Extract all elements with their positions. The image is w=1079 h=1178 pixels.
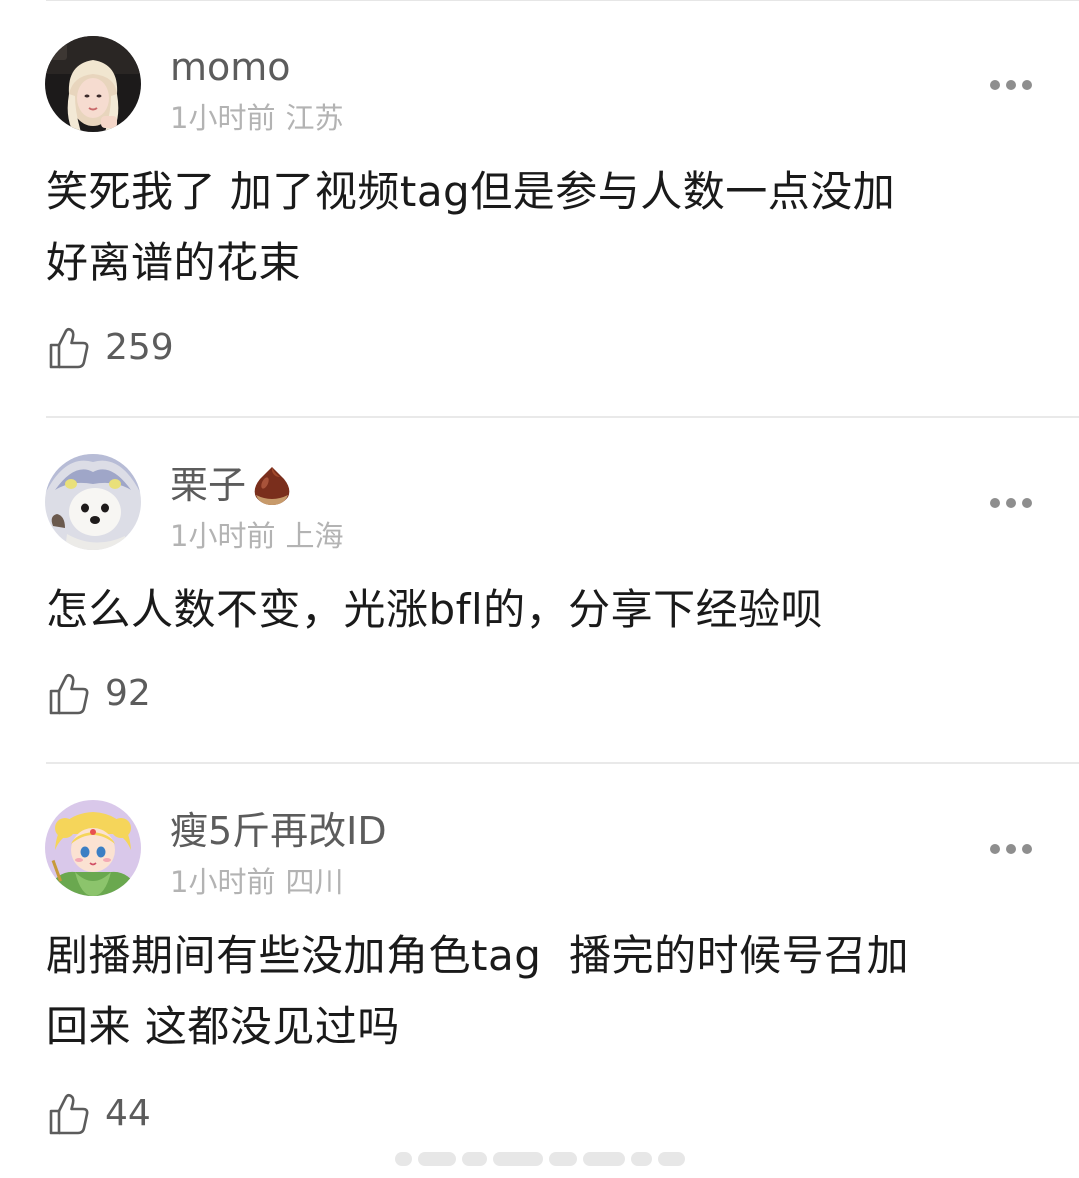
comment-location: 四川	[285, 865, 344, 899]
more-dots-icon[interactable]	[990, 842, 1032, 856]
comment-time: 1小时前	[170, 101, 276, 135]
comment-text-line: 好离谱的花束	[46, 238, 302, 287]
comment-meta: 1小时前 江苏	[170, 98, 343, 138]
comment-text-line: 怎么人数不变，光涨bfl的，分享下经验呗	[46, 585, 824, 634]
username-text[interactable]: 栗子	[170, 460, 246, 510]
chestnut-emoji-icon	[254, 467, 290, 505]
avatar[interactable]	[45, 800, 141, 896]
more-dots-icon[interactable]	[990, 496, 1032, 510]
thumbs-up-icon	[49, 673, 89, 715]
comment-time: 1小时前	[170, 519, 276, 553]
like-count: 92	[105, 673, 151, 714]
comment-text-line: 剧播期间有些没加角色tag 播完的时候号召加	[46, 931, 910, 980]
like-button[interactable]: 44	[47, 1092, 151, 1136]
avatar[interactable]	[45, 36, 141, 132]
watermark	[395, 1148, 685, 1170]
thumbs-up-icon	[49, 327, 89, 369]
comment-text: 剧播期间有些没加角色tag 播完的时候号召加 回来 这都没见过吗	[46, 920, 1036, 1062]
like-count: 259	[105, 327, 174, 368]
like-button[interactable]: 259	[47, 326, 174, 370]
like-count: 44	[105, 1093, 151, 1134]
username-text[interactable]: 瘦5斤再改ID	[170, 806, 387, 856]
username[interactable]: momo	[170, 42, 291, 92]
avatar-photo-icon	[45, 454, 141, 550]
username[interactable]: 瘦5斤再改ID	[170, 806, 387, 856]
more-dots-icon[interactable]	[990, 78, 1032, 92]
username[interactable]: 栗子	[170, 460, 294, 510]
comment-text: 笑死我了 加了视频tag但是参与人数一点没加 好离谱的花束	[46, 156, 1036, 298]
comment-text-line: 笑死我了 加了视频tag但是参与人数一点没加	[46, 167, 896, 216]
comment-text-line: 回来 这都没见过吗	[46, 1002, 400, 1051]
avatar-photo-icon	[45, 36, 141, 132]
avatar[interactable]	[45, 454, 141, 550]
thumbs-up-icon	[49, 1093, 89, 1135]
comment-text: 怎么人数不变，光涨bfl的，分享下经验呗	[46, 574, 1036, 645]
comment-item: 栗子 1小时前 上海 怎么人数不变，光涨bfl的，分享下经验呗 92	[0, 418, 1079, 764]
comment-item: 瘦5斤再改ID 1小时前 四川 剧播期间有些没加角色tag 播完的时候号召加 回来…	[0, 764, 1079, 1178]
comment-time: 1小时前	[170, 865, 276, 899]
comment-meta: 1小时前 四川	[170, 862, 343, 902]
comment-meta: 1小时前 上海	[170, 516, 343, 556]
comment-location: 上海	[285, 519, 344, 553]
username-text[interactable]: momo	[170, 42, 291, 92]
comment-location: 江苏	[285, 101, 344, 135]
avatar-illustration-icon	[45, 800, 141, 896]
like-button[interactable]: 92	[47, 672, 151, 716]
comment-item: momo 1小时前 江苏 笑死我了 加了视频tag但是参与人数一点没加 好离谱的花…	[0, 0, 1079, 418]
